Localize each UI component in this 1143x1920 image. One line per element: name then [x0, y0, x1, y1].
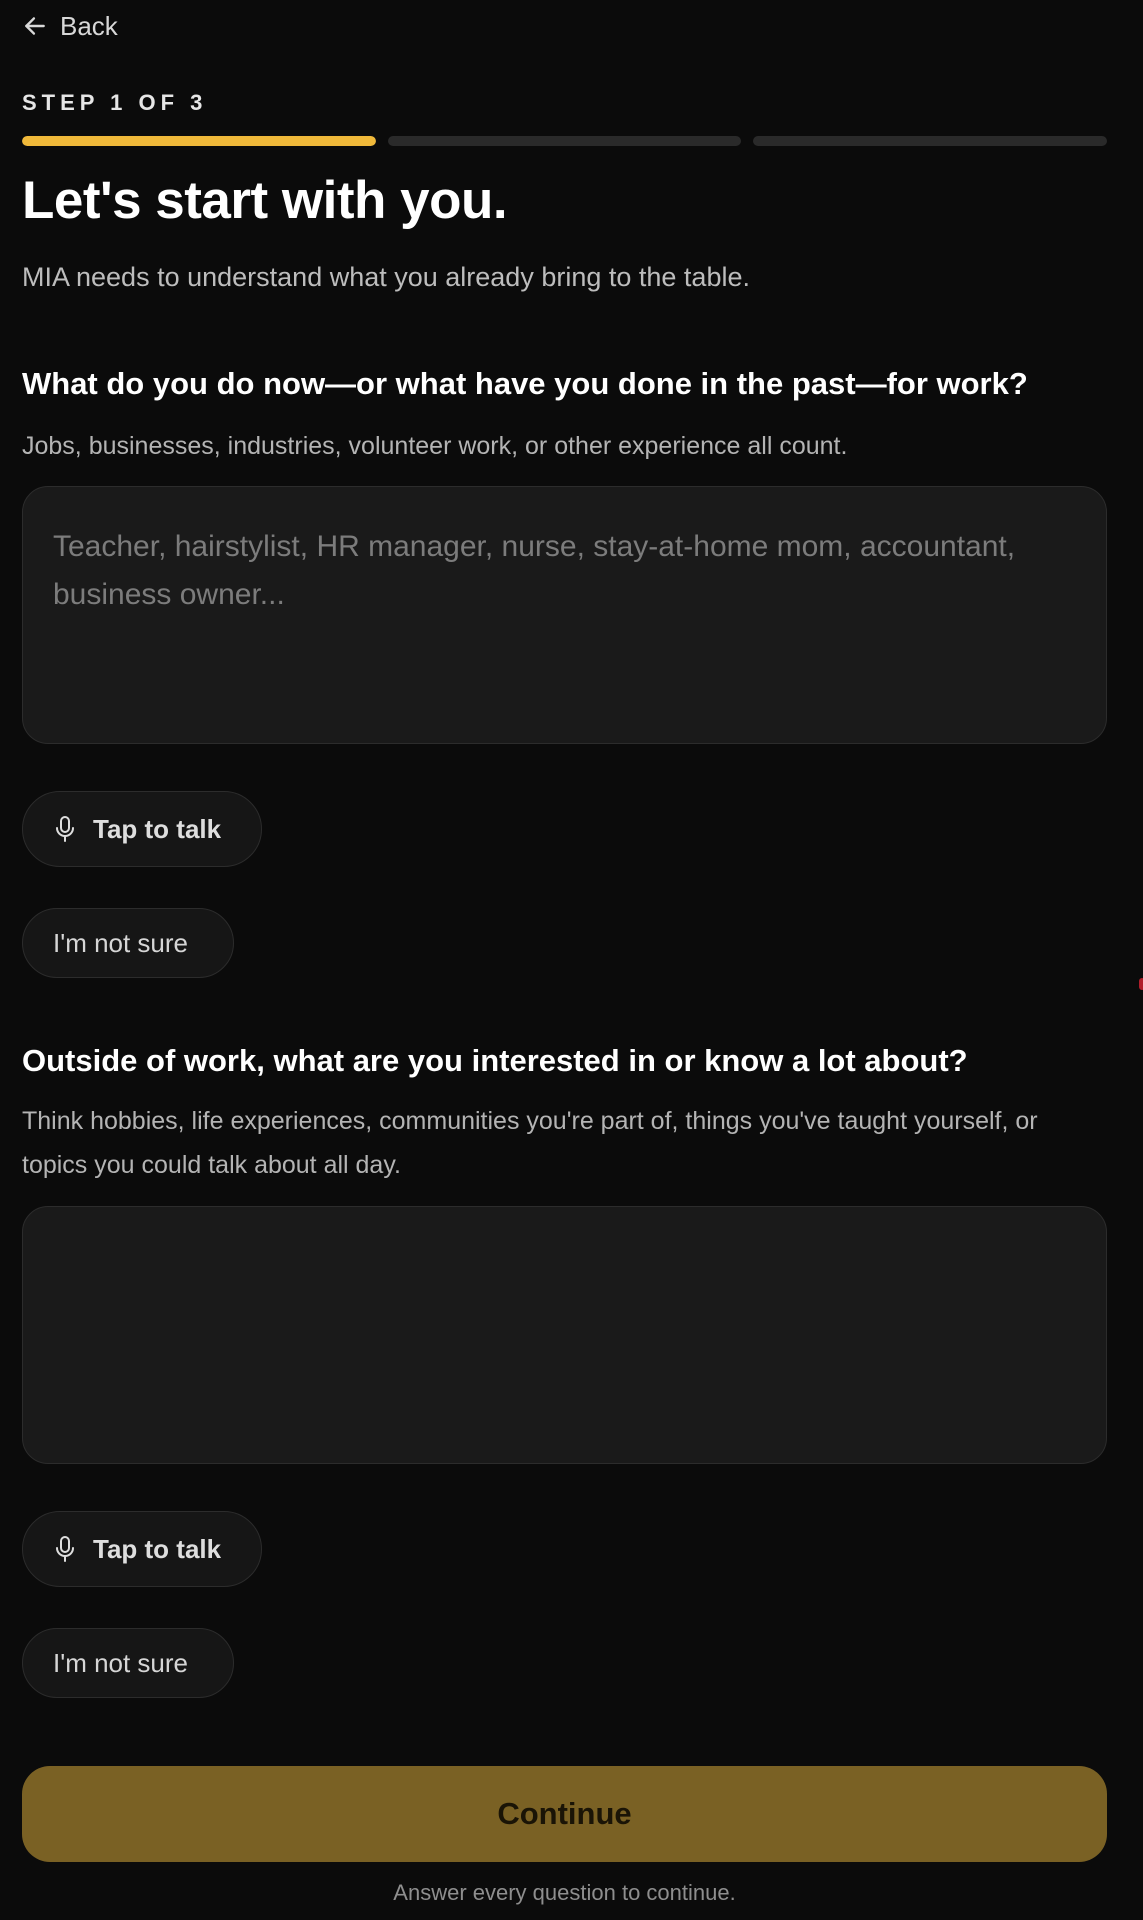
tap-to-talk-button[interactable]: Tap to talk: [22, 791, 262, 867]
question-interests-title: Outside of work, what are you interested…: [22, 1043, 968, 1078]
not-sure-button[interactable]: I'm not sure: [22, 908, 234, 978]
page-title: Let's start with you.: [22, 171, 508, 230]
page-subtitle: MIA needs to understand what you already…: [22, 262, 750, 292]
not-sure-button[interactable]: I'm not sure: [22, 1628, 234, 1698]
tap-to-talk-label: Tap to talk: [93, 813, 222, 844]
tap-to-talk-label: Tap to talk: [93, 1533, 222, 1564]
back-label: Back: [60, 10, 118, 41]
step-indicator: STEP 1 OF 3: [22, 90, 208, 115]
question-work-hint: Jobs, businesses, industries, volunteer …: [22, 432, 848, 460]
continue-hint: Answer every question to continue.: [393, 1880, 736, 1905]
progress-segment-3: [753, 136, 1108, 146]
progress-fill: [22, 136, 376, 146]
microphone-icon: [53, 815, 77, 843]
tap-to-talk-button[interactable]: Tap to talk: [22, 1511, 262, 1587]
edge-indicator-dot: [1139, 978, 1143, 990]
continue-button[interactable]: Continue: [22, 1766, 1107, 1862]
progress-segment-2: [387, 136, 742, 146]
microphone-icon: [53, 1535, 77, 1563]
arrow-left-icon: [22, 13, 48, 39]
progress-bar: [22, 136, 1108, 146]
back-button[interactable]: Back: [22, 8, 118, 44]
interests-input[interactable]: [22, 1206, 1107, 1464]
work-experience-input[interactable]: [22, 486, 1107, 744]
progress-segment-1: [22, 136, 376, 146]
question-interests-hint: Think hobbies, life experiences, communi…: [22, 1107, 1038, 1179]
question-work-title: What do you do now—or what have you done…: [22, 366, 1028, 401]
